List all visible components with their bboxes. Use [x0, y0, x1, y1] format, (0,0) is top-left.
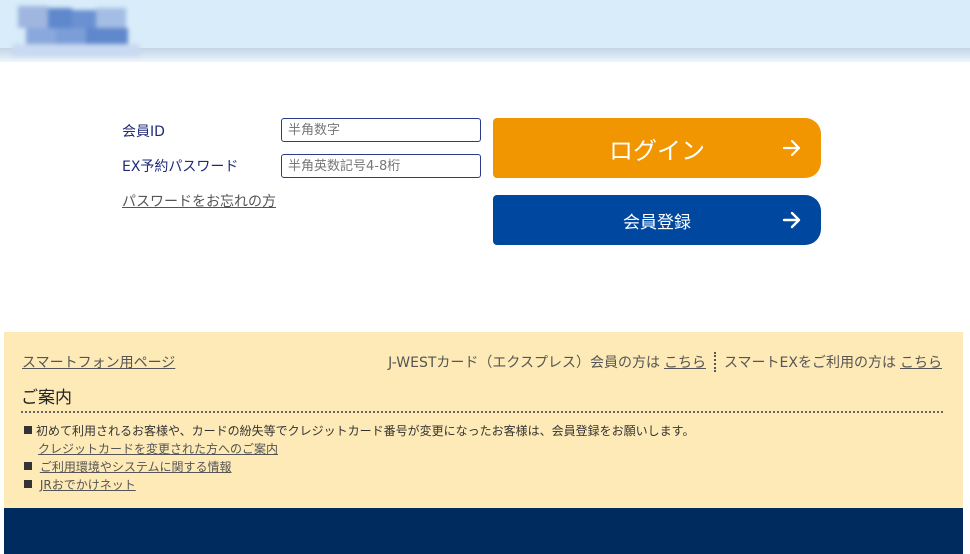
login-button-label: ログイン	[609, 136, 705, 165]
divider	[713, 352, 716, 372]
jwest-text: J-WESTカード（エクスプレス）会員の方は	[388, 355, 660, 371]
smartex-text: スマートEXをご利用の方は	[723, 355, 896, 371]
list-item: JRおでかけネット	[24, 476, 694, 494]
member-id-label: 会員ID	[122, 124, 165, 140]
list-item: 初めて利用されるお客様や、カードの紛失等でクレジットカード番号が変更になったお客…	[24, 422, 694, 458]
header-shadow	[0, 48, 970, 62]
forgot-password-link[interactable]: パスワードをお忘れの方	[122, 191, 276, 211]
password-input[interactable]	[281, 154, 481, 178]
register-button[interactable]: 会員登録	[493, 195, 821, 245]
jr-odekake-link[interactable]: JRおでかけネット	[40, 478, 136, 492]
bullet-square-icon	[24, 426, 32, 434]
dotted-divider	[21, 411, 943, 413]
smartphone-page-link[interactable]: スマートフォン用ページ	[22, 352, 175, 372]
info-panel: スマートフォン用ページ J-WESTカード（エクスプレス）会員の方は こちら ス…	[4, 332, 963, 508]
site-logo[interactable]	[12, 4, 140, 56]
arrow-right-icon	[782, 139, 801, 157]
bullet-square-icon	[24, 480, 32, 488]
member-id-input[interactable]	[281, 118, 481, 142]
info-text: 初めて利用されるお客様や、カードの紛失等でクレジットカード番号が変更になったお客…	[36, 424, 695, 438]
bullet-square-icon	[24, 462, 32, 470]
smartex-link[interactable]: こちら	[900, 352, 942, 372]
credit-card-change-link[interactable]: クレジットカードを変更された方へのご案内	[38, 442, 278, 456]
list-item: ご利用環境やシステムに関する情報	[24, 458, 694, 476]
environment-info-link[interactable]: ご利用環境やシステムに関する情報	[40, 460, 232, 474]
arrow-right-icon	[782, 211, 801, 229]
register-button-label: 会員登録	[623, 212, 691, 233]
login-button[interactable]: ログイン	[493, 118, 821, 178]
info-heading: ご案内	[21, 388, 72, 408]
info-list: 初めて利用されるお客様や、カードの紛失等でクレジットカード番号が変更になったお客…	[24, 422, 694, 494]
list-sub-item: クレジットカードを変更された方へのご案内	[24, 440, 694, 458]
site-header	[0, 0, 970, 62]
password-label: EX予約パスワード	[122, 159, 239, 175]
member-links: J-WESTカード（エクスプレス）会員の方は こちら スマートEXをご利用の方は…	[388, 352, 942, 372]
site-footer	[4, 508, 963, 554]
jwest-link[interactable]: こちら	[664, 352, 706, 372]
